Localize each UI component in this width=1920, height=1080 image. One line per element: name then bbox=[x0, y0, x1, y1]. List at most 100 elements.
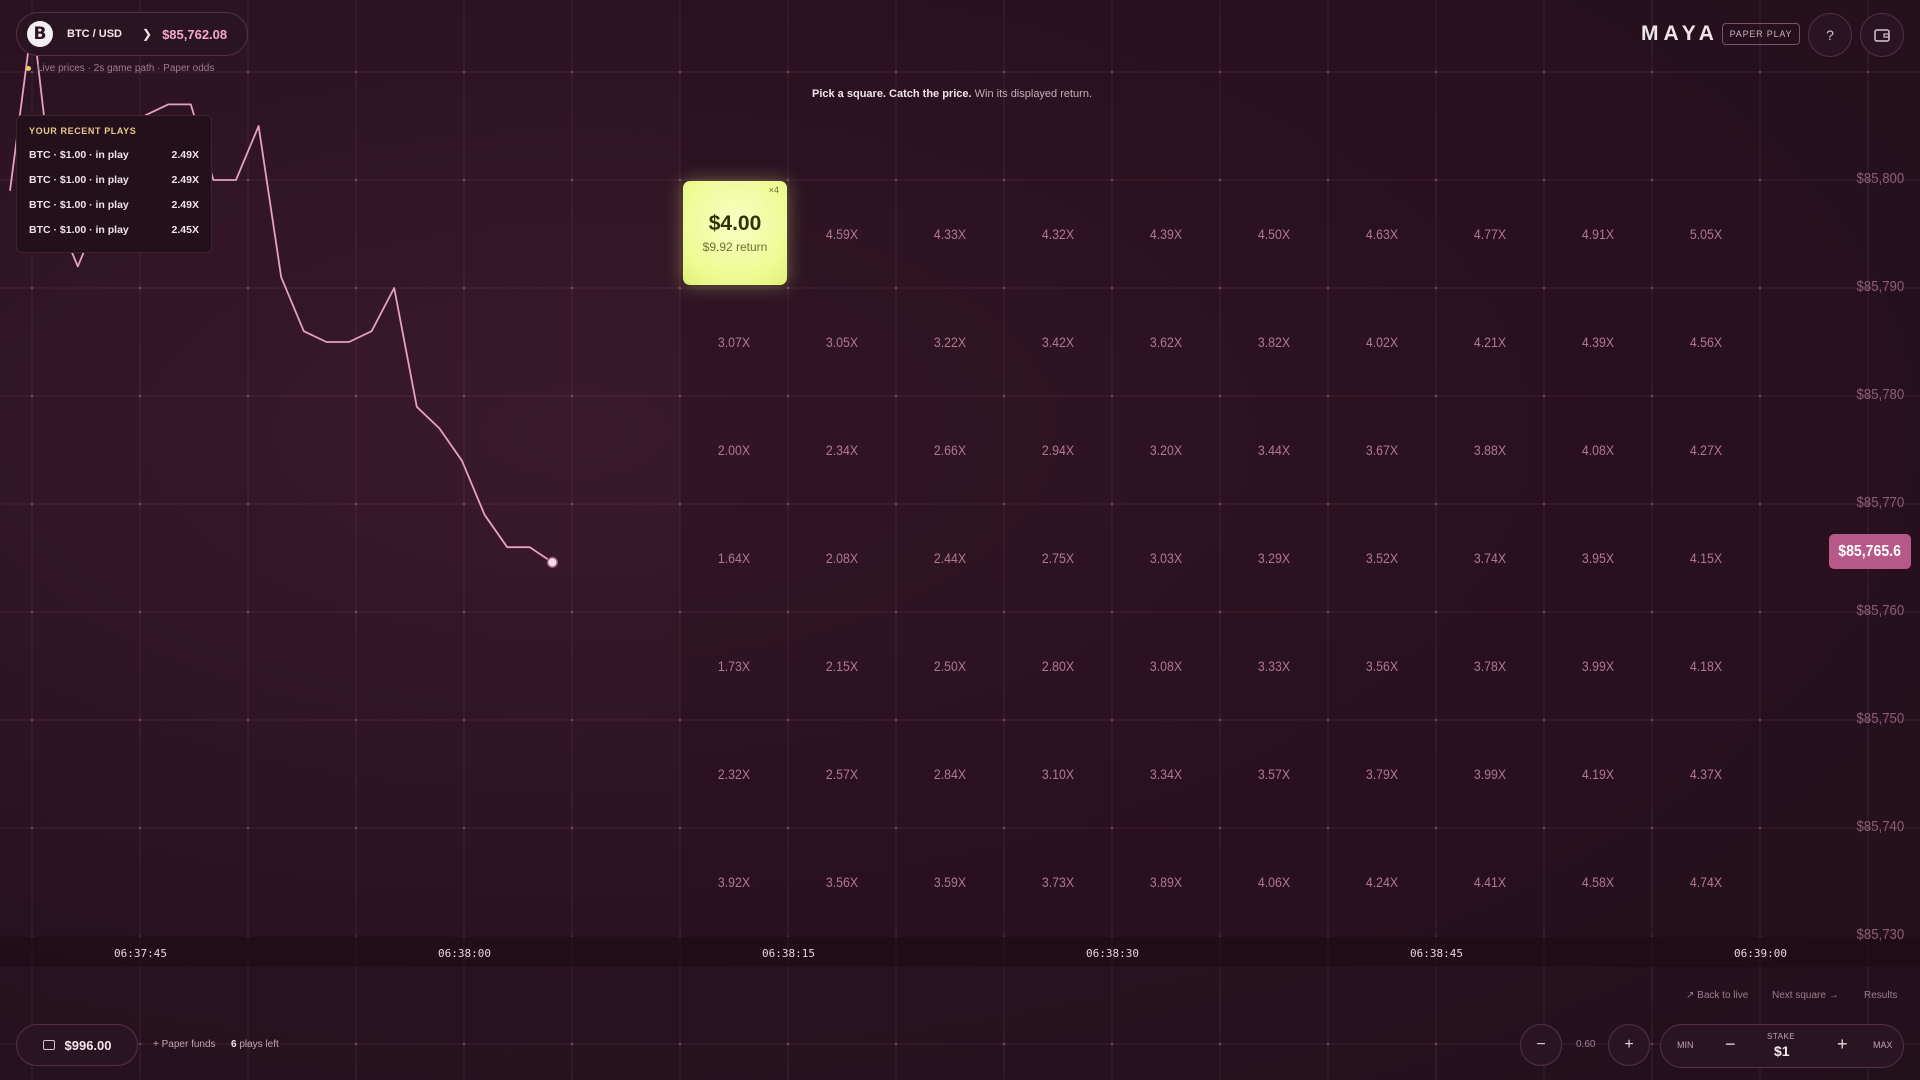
odds-square[interactable]: 4.19X bbox=[1550, 720, 1645, 828]
odds-square[interactable]: 3.20X bbox=[1118, 396, 1213, 504]
odds-square[interactable]: 3.67X bbox=[1334, 396, 1429, 504]
recent-play-row[interactable]: BTC · $1.00 · in play 2.49X bbox=[29, 142, 199, 167]
odds-square[interactable]: 3.88X bbox=[1442, 396, 1537, 504]
odds-square[interactable]: 2.15X bbox=[794, 612, 889, 720]
back-to-live-link[interactable]: ↗ Back to live bbox=[1686, 990, 1748, 1001]
recent-play-row[interactable]: BTC · $1.00 · in play 2.45X bbox=[29, 217, 199, 242]
selected-square[interactable]: ×4 $4.00 $9.92 return bbox=[683, 181, 787, 285]
odds-square[interactable]: 3.44X bbox=[1226, 396, 1321, 504]
odds-square[interactable]: 4.06X bbox=[1226, 828, 1321, 936]
odds-square[interactable]: 3.59X bbox=[902, 828, 997, 936]
chevron-down-icon[interactable]: ❯ bbox=[142, 27, 152, 41]
odds-square[interactable]: 4.74X bbox=[1658, 828, 1753, 936]
odds-square[interactable]: 3.89X bbox=[1118, 828, 1213, 936]
odds-square[interactable]: 3.99X bbox=[1550, 612, 1645, 720]
odds-square[interactable]: 3.34X bbox=[1118, 720, 1213, 828]
odds-square[interactable]: 2.32X bbox=[686, 720, 781, 828]
odds-square[interactable]: 3.05X bbox=[794, 288, 889, 396]
pair-selector[interactable]: B BTC / USD ❯ $85,762.08 bbox=[16, 12, 248, 56]
odds-square[interactable]: 3.57X bbox=[1226, 720, 1321, 828]
odds-square[interactable]: 4.15X bbox=[1658, 504, 1753, 612]
grid-dot bbox=[1434, 178, 1438, 182]
odds-square[interactable]: 1.64X bbox=[686, 504, 781, 612]
stake-max-button[interactable]: MAX bbox=[1873, 1040, 1893, 1050]
odds-square[interactable]: 3.52X bbox=[1334, 504, 1429, 612]
grid-dot bbox=[1326, 502, 1330, 506]
odds-square[interactable]: 3.92X bbox=[686, 828, 781, 936]
odds-square[interactable]: 3.03X bbox=[1118, 504, 1213, 612]
odds-square[interactable]: 4.39X bbox=[1118, 180, 1213, 288]
odds-square[interactable]: 3.99X bbox=[1442, 720, 1537, 828]
odds-square[interactable]: 4.21X bbox=[1442, 288, 1537, 396]
odds-square[interactable]: 4.18X bbox=[1658, 612, 1753, 720]
odds-square[interactable]: 2.34X bbox=[794, 396, 889, 504]
odds-square[interactable]: 4.59X bbox=[794, 180, 889, 288]
minus-icon: − bbox=[1536, 1036, 1546, 1053]
wallet-button[interactable] bbox=[1860, 13, 1904, 57]
odds-square[interactable]: 3.07X bbox=[686, 288, 781, 396]
zoom-out-button[interactable]: − bbox=[1520, 1024, 1562, 1066]
odds-square[interactable]: 5.05X bbox=[1658, 180, 1753, 288]
odds-square[interactable]: 3.56X bbox=[794, 828, 889, 936]
odds-square[interactable]: 4.41X bbox=[1442, 828, 1537, 936]
odds-square[interactable]: 4.02X bbox=[1334, 288, 1429, 396]
wallet-icon bbox=[1874, 29, 1890, 42]
odds-square[interactable]: 4.39X bbox=[1550, 288, 1645, 396]
zoom-in-button[interactable]: + bbox=[1608, 1024, 1650, 1066]
odds-square[interactable]: 4.77X bbox=[1442, 180, 1537, 288]
grid-dot bbox=[786, 394, 790, 398]
odds-square[interactable]: 4.27X bbox=[1658, 396, 1753, 504]
odds-square[interactable]: 2.44X bbox=[902, 504, 997, 612]
odds-square[interactable]: 3.62X bbox=[1118, 288, 1213, 396]
odds-square[interactable]: 4.56X bbox=[1658, 288, 1753, 396]
odds-square[interactable]: 2.66X bbox=[902, 396, 997, 504]
time-tick-label: 06:38:30 bbox=[1086, 947, 1139, 960]
odds-square[interactable]: 4.32X bbox=[1010, 180, 1105, 288]
next-square-link[interactable]: Next square → bbox=[1772, 990, 1839, 1001]
odds-square[interactable]: 3.56X bbox=[1334, 612, 1429, 720]
add-paper-funds-link[interactable]: + Paper funds bbox=[153, 1039, 216, 1050]
odds-square[interactable]: 3.29X bbox=[1226, 504, 1321, 612]
stake-min-button[interactable]: MIN bbox=[1677, 1040, 1694, 1050]
odds-square[interactable]: 2.75X bbox=[1010, 504, 1105, 612]
odds-square[interactable]: 4.91X bbox=[1550, 180, 1645, 288]
odds-square[interactable]: 2.94X bbox=[1010, 396, 1105, 504]
stake-decrease-button[interactable]: − bbox=[1725, 1034, 1736, 1055]
odds-square[interactable]: 2.50X bbox=[902, 612, 997, 720]
odds-square[interactable]: 3.10X bbox=[1010, 720, 1105, 828]
odds-square[interactable]: 4.50X bbox=[1226, 180, 1321, 288]
odds-square[interactable]: 3.95X bbox=[1550, 504, 1645, 612]
odds-square[interactable]: 4.37X bbox=[1658, 720, 1753, 828]
odds-square[interactable]: 2.80X bbox=[1010, 612, 1105, 720]
odds-square[interactable]: 4.08X bbox=[1550, 396, 1645, 504]
grid-dot bbox=[354, 394, 358, 398]
grid-dot bbox=[570, 286, 574, 290]
odds-square[interactable]: 2.57X bbox=[794, 720, 889, 828]
balance-button[interactable]: $996.00 bbox=[16, 1024, 138, 1066]
odds-square[interactable]: 3.82X bbox=[1226, 288, 1321, 396]
recent-play-row[interactable]: BTC · $1.00 · in play 2.49X bbox=[29, 192, 199, 217]
grid-dot bbox=[1002, 394, 1006, 398]
odds-square[interactable]: 3.79X bbox=[1334, 720, 1429, 828]
odds-square[interactable]: 3.33X bbox=[1226, 612, 1321, 720]
odds-square[interactable]: 3.22X bbox=[902, 288, 997, 396]
odds-square[interactable]: 4.33X bbox=[902, 180, 997, 288]
odds-square[interactable]: 4.24X bbox=[1334, 828, 1429, 936]
stake-increase-button[interactable]: + bbox=[1837, 1034, 1848, 1055]
odds-square[interactable]: 2.00X bbox=[686, 396, 781, 504]
odds-square[interactable]: 1.73X bbox=[686, 612, 781, 720]
odds-square[interactable]: 3.74X bbox=[1442, 504, 1537, 612]
odds-square[interactable]: 3.73X bbox=[1010, 828, 1105, 936]
odds-square[interactable]: 3.78X bbox=[1442, 612, 1537, 720]
odds-square[interactable]: 4.63X bbox=[1334, 180, 1429, 288]
grid-dot bbox=[1758, 826, 1762, 830]
odds-square[interactable]: 3.08X bbox=[1118, 612, 1213, 720]
results-link[interactable]: Results bbox=[1864, 990, 1897, 1001]
odds-square[interactable]: 2.08X bbox=[794, 504, 889, 612]
help-button[interactable]: ? bbox=[1808, 13, 1852, 57]
odds-square[interactable]: 4.58X bbox=[1550, 828, 1645, 936]
odds-square[interactable]: 2.84X bbox=[902, 720, 997, 828]
grid-dot bbox=[1434, 610, 1438, 614]
odds-square[interactable]: 3.42X bbox=[1010, 288, 1105, 396]
recent-play-row[interactable]: BTC · $1.00 · in play 2.49X bbox=[29, 167, 199, 192]
